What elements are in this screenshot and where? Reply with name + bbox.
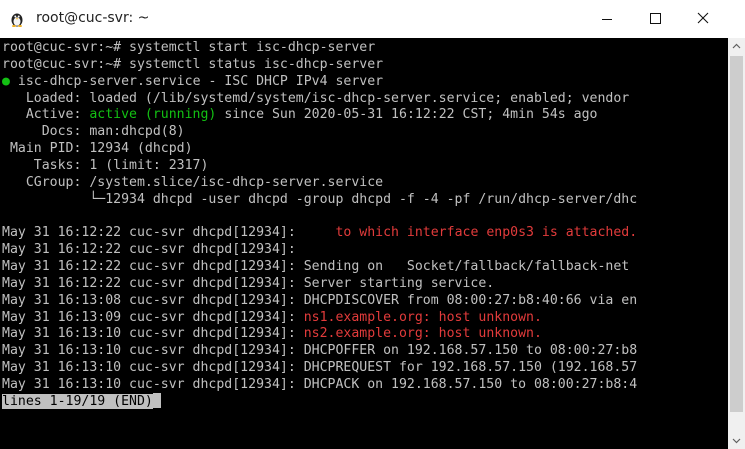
terminal-line: └─12934 dhcpd -user dhcpd -group dhcpd -… (2, 191, 637, 208)
terminal-text: Active: (2, 107, 90, 123)
window-title: root@cuc-svr: ~ (36, 10, 150, 26)
terminal-text: └─12934 dhcpd -user dhcpd -group dhcpd -… (2, 191, 638, 207)
chevron-up-icon (732, 43, 741, 49)
terminal-text-red: ns1.example.org: host unknown. (303, 309, 542, 325)
terminal-text: Loaded: loaded (/lib/systemd/system/isc-… (2, 90, 630, 106)
terminal-line: May 31 16:12:22 cuc-svr dhcpd[12934]: to… (2, 224, 637, 241)
terminal-line: May 31 16:13:10 cuc-svr dhcpd[12934]: DH… (2, 376, 637, 393)
terminal-text: May 31 16:13:09 cuc-svr dhcpd[12934]: (2, 309, 304, 325)
chevron-down-icon (732, 438, 741, 444)
terminal-text: May 31 16:13:10 cuc-svr dhcpd[12934]: DH… (2, 377, 638, 392)
terminal-line: root@cuc-svr:~# systemctl status isc-dhc… (2, 56, 383, 73)
minimize-button[interactable] (584, 0, 630, 38)
terminal-output[interactable]: root@cuc-svr:~# systemctl start isc-dhcp… (0, 38, 728, 449)
terminal-line: May 31 16:13:10 cuc-svr dhcpd[12934]: ns… (2, 325, 542, 342)
terminal-line: root@cuc-svr:~# systemctl start isc-dhcp… (2, 39, 375, 56)
terminal-text: since Sun 2020-05-31 16:12:22 CST; 4min … (216, 107, 598, 123)
scroll-thumb[interactable] (730, 56, 743, 412)
terminal-line: May 31 16:12:22 cuc-svr dhcpd[12934]: Se… (2, 275, 494, 292)
terminal-text-green: ● (2, 73, 10, 89)
terminal-window: root@cuc-svr: ~ root@cuc-svr:~# systemct… (0, 0, 745, 449)
terminal-line: Tasks: 1 (limit: 2317) (2, 157, 209, 174)
terminal-line: May 31 16:13:09 cuc-svr dhcpd[12934]: ns… (2, 309, 542, 326)
terminal-text-red: to which interface enp0s3 is attached. (327, 225, 638, 241)
terminal-line: Main PID: 12934 (dhcpd) (2, 140, 193, 157)
terminal-text-green: active (running) (89, 107, 217, 123)
terminal-line: May 31 16:12:22 cuc-svr dhcpd[12934]: Se… (2, 258, 629, 275)
terminal-text: Docs: man:dhcpd(8) (2, 124, 185, 140)
terminal-text: root@cuc-svr:~# systemctl start isc-dhcp… (2, 40, 376, 55)
terminal-line: May 31 16:13:10 cuc-svr dhcpd[12934]: DH… (2, 342, 637, 359)
terminal-text: May 31 16:12:22 cuc-svr dhcpd[12934]: Se… (2, 275, 495, 291)
terminal-text: May 31 16:12:22 cuc-svr dhcpd[12934]: (2, 225, 328, 241)
terminal-text: May 31 16:12:22 cuc-svr dhcpd[12934]: Se… (2, 259, 630, 275)
maximize-button[interactable] (632, 0, 678, 38)
terminal-line: May 31 16:13:08 cuc-svr dhcpd[12934]: DH… (2, 292, 637, 309)
close-button[interactable] (680, 0, 726, 38)
scroll-up-button[interactable] (728, 38, 745, 55)
terminal-line: May 31 16:12:22 cuc-svr dhcpd[12934]: (2, 241, 296, 258)
pager-status-line: lines 1-19/19 (END) (2, 392, 161, 410)
terminal-text: Main PID: 12934 (dhcpd) (2, 141, 193, 157)
terminal-text: root@cuc-svr:~# systemctl status isc-dhc… (2, 56, 384, 72)
terminal-text: May 31 16:13:10 cuc-svr dhcpd[12934]: (2, 326, 304, 342)
terminal-line: Loaded: loaded (/lib/systemd/system/isc-… (2, 90, 629, 107)
terminal-text: May 31 16:13:10 cuc-svr dhcpd[12934]: DH… (2, 343, 638, 359)
terminal-line: Docs: man:dhcpd(8) (2, 123, 185, 140)
terminal-text: May 31 16:12:22 cuc-svr dhcpd[12934]: (2, 242, 296, 258)
terminal-line: Active: active (running) since Sun 2020-… (2, 106, 598, 123)
terminal-line: ● isc-dhcp-server.service - ISC DHCP IPv… (2, 73, 383, 90)
vertical-scrollbar[interactable] (728, 38, 745, 449)
terminal-line: May 31 16:13:10 cuc-svr dhcpd[12934]: DH… (2, 359, 637, 376)
terminal-text: May 31 16:13:08 cuc-svr dhcpd[12934]: DH… (2, 292, 638, 308)
text-cursor (152, 392, 161, 408)
terminal-line: CGroup: /system.slice/isc-dhcp-server.se… (2, 174, 383, 191)
pager-status: lines 1-19/19 (END) (2, 393, 153, 409)
title-bar[interactable]: root@cuc-svr: ~ (0, 0, 745, 38)
terminal-text-red: ns2.example.org: host unknown. (303, 326, 542, 342)
terminal-text: Tasks: 1 (limit: 2317) (2, 157, 209, 173)
terminal-text: isc-dhcp-server.service - ISC DHCP IPv4 … (9, 73, 384, 89)
terminal-text: May 31 16:13:10 cuc-svr dhcpd[12934]: DH… (2, 360, 638, 376)
scroll-down-button[interactable] (728, 432, 745, 449)
terminal-text: CGroup: /system.slice/isc-dhcp-server.se… (2, 174, 384, 190)
close-icon (697, 12, 709, 24)
minimize-icon (602, 19, 612, 20)
putty-penguin-icon[interactable] (9, 11, 25, 27)
maximize-icon (650, 13, 661, 24)
